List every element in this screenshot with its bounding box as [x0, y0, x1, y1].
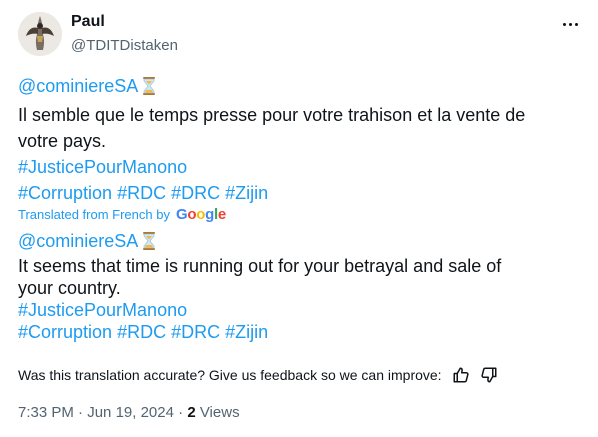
hourglass-emoji [142, 232, 156, 255]
translated-hashtags-line: #Corruption #RDC #DRC #Zijin [18, 321, 583, 343]
avatar-image [18, 12, 62, 56]
google-logo: Google [175, 206, 226, 223]
hashtag-corruption[interactable]: #Corruption [18, 322, 112, 342]
original-text-line-1: Il semble que le temps presse pour votre… [18, 105, 526, 125]
more-icon [562, 22, 566, 26]
hashtag-zijin[interactable]: #Zijin [225, 183, 268, 203]
meta-separator: · [78, 404, 84, 421]
hourglass-emoji [142, 76, 156, 102]
mention-link[interactable]: @cominiereSA [18, 76, 138, 96]
meta-separator: · [178, 404, 184, 421]
hashtag-zijin[interactable]: #Zijin [225, 322, 268, 342]
hashtag-rdc[interactable]: #RDC [117, 322, 166, 342]
original-mention-line: @cominiereSA [18, 73, 583, 102]
hashtag-corruption[interactable]: #Corruption [18, 183, 112, 203]
original-text-line-2: votre pays. [18, 131, 107, 151]
avatar[interactable] [18, 12, 62, 56]
tweet-date[interactable]: Jun 19, 2024 [87, 404, 174, 421]
translated-text-line-2: your country. [18, 278, 121, 298]
thumbs-up-icon[interactable] [452, 366, 470, 384]
translated-text-line-1: It seems that time is running out for yo… [18, 256, 502, 276]
views-label: Views [199, 404, 240, 421]
author-display-name[interactable]: Paul [71, 13, 105, 31]
tweet: Paul @TDITDistaken @cominiereSA Il sembl… [0, 0, 598, 437]
original-tweet-text: @cominiereSA Il semble que le temps pres… [18, 73, 583, 206]
author-handle[interactable]: @TDITDistaken [71, 37, 178, 54]
translation-feedback: Was this translation accurate? Give us f… [18, 366, 498, 384]
translated-tweet-text: @cominiereSA It seems that time is runni… [18, 230, 583, 343]
original-hashtags-line: #Corruption #RDC #DRC #Zijin [18, 180, 583, 206]
hashtag-justicepourmanono[interactable]: #JusticePourManono [18, 300, 187, 320]
views-count[interactable]: 2 [187, 404, 195, 421]
hashtag-drc[interactable]: #DRC [171, 183, 220, 203]
translated-mention-line: @cominiereSA [18, 230, 583, 255]
mention-link[interactable]: @cominiereSA [18, 231, 138, 251]
feedback-prompt: Was this translation accurate? Give us f… [18, 367, 442, 383]
more-options-button[interactable] [556, 12, 584, 36]
translation-notice[interactable]: Translated from French by Google [18, 206, 226, 223]
hashtag-rdc[interactable]: #RDC [117, 183, 166, 203]
hashtag-justicepourmanono[interactable]: #JusticePourManono [18, 157, 187, 177]
tweet-meta: 7:33 PM · Jun 19, 2024 · 2 Views [18, 404, 240, 421]
translation-label: Translated from French by [18, 207, 170, 222]
hashtag-drc[interactable]: #DRC [171, 322, 220, 342]
thumbs-down-icon[interactable] [480, 366, 498, 384]
tweet-time[interactable]: 7:33 PM [18, 404, 74, 421]
